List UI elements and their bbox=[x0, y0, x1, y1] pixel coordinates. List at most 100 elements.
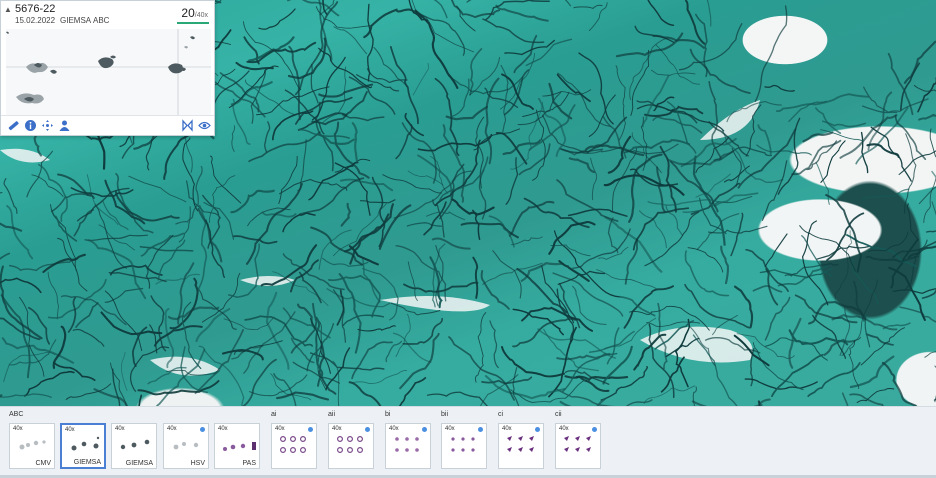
hypha-strand bbox=[0, 277, 42, 294]
status-dot bbox=[592, 427, 597, 432]
hypha-strand bbox=[650, 69, 696, 76]
hypha-strand bbox=[389, 46, 419, 125]
hypha-strand bbox=[279, 178, 348, 195]
hypha-strand bbox=[333, 121, 370, 179]
eye-settings-icon[interactable] bbox=[198, 119, 211, 132]
zoom-level[interactable]: 20/40x bbox=[181, 6, 208, 20]
hypha-strand bbox=[568, 157, 595, 174]
status-dot bbox=[535, 427, 540, 432]
hypha-strand bbox=[647, 0, 675, 26]
zoom-max: /40x bbox=[194, 12, 208, 19]
slide-thumb[interactable]: 40x PAS bbox=[214, 423, 260, 469]
hypha-strand bbox=[771, 353, 824, 398]
slide-thumb[interactable]: 40x bbox=[328, 423, 374, 469]
hypha-strand bbox=[67, 296, 77, 333]
hypha-strand bbox=[412, 62, 430, 96]
hypha-strand bbox=[292, 361, 340, 384]
hypha-strand bbox=[775, 93, 870, 113]
hypha-strand bbox=[219, 72, 260, 113]
slide-thumb[interactable]: 40x HSV bbox=[163, 423, 209, 469]
thumb-magnification: 40x bbox=[115, 426, 125, 432]
hypha-strand bbox=[0, 222, 23, 232]
thumb-magnification: 40x bbox=[218, 426, 228, 432]
hypha-strand bbox=[706, 0, 712, 27]
move-icon[interactable] bbox=[41, 119, 54, 132]
hypha-strand bbox=[248, 131, 321, 163]
hypha-strand bbox=[209, 175, 236, 224]
hypha-strand bbox=[367, 3, 374, 82]
tissue-gap bbox=[0, 148, 50, 163]
hypha-strand bbox=[138, 394, 143, 406]
hypha-strand bbox=[242, 358, 277, 406]
hypha-strand bbox=[851, 259, 879, 304]
flip-icon[interactable] bbox=[181, 119, 194, 132]
hypha-strand bbox=[801, 220, 829, 306]
ruler-icon[interactable] bbox=[7, 119, 20, 132]
thumb-preview bbox=[564, 436, 591, 452]
slide-thumb[interactable]: 40x GIEMSA bbox=[111, 423, 157, 469]
group-label-bi: bi bbox=[385, 411, 391, 418]
hypha-strand bbox=[572, 228, 631, 269]
tissue-gap bbox=[150, 356, 220, 376]
hypha-strand bbox=[348, 381, 382, 406]
thumb-preview bbox=[71, 436, 100, 451]
slide-thumb[interactable]: 40x bbox=[441, 423, 487, 469]
slide-thumb[interactable]: 40x bbox=[498, 423, 544, 469]
hypha-strand bbox=[634, 25, 675, 43]
case-date: 15.02.2022 bbox=[15, 16, 56, 25]
hypha-strand bbox=[556, 73, 591, 103]
slide-thumb[interactable]: 40x CMV bbox=[9, 423, 55, 469]
hypha-strand bbox=[647, 199, 720, 206]
thumb-magnification: 40x bbox=[65, 427, 75, 433]
hypha-strand bbox=[451, 198, 495, 216]
hypha-strand bbox=[866, 143, 900, 158]
hypha-strand bbox=[870, 126, 912, 182]
thumb-magnification: 40x bbox=[167, 426, 177, 432]
hypha-strand bbox=[684, 250, 730, 297]
hypha-strand bbox=[72, 328, 105, 347]
hypha-strand bbox=[472, 256, 479, 299]
info-icon[interactable] bbox=[24, 119, 37, 132]
thumb-magnification: 40x bbox=[389, 426, 399, 432]
hypha-strand bbox=[51, 210, 78, 242]
hypha-strand bbox=[764, 233, 788, 268]
hypha-strand bbox=[407, 261, 418, 302]
hypha-strand bbox=[31, 174, 64, 197]
hypha-strand bbox=[209, 155, 242, 204]
slide-thumb[interactable]: 40x bbox=[555, 423, 601, 469]
hypha-strand bbox=[931, 201, 936, 216]
group-label-bii: bii bbox=[441, 411, 449, 418]
hypha-strand bbox=[398, 377, 427, 406]
hypha-strand bbox=[65, 383, 112, 401]
hypha-strand bbox=[604, 216, 663, 273]
hypha-strand bbox=[129, 346, 170, 392]
thumb-preview bbox=[336, 435, 364, 454]
hypha-strand bbox=[150, 295, 167, 352]
users-icon[interactable] bbox=[58, 119, 71, 132]
hypha-strand bbox=[357, 325, 396, 332]
status-dot bbox=[200, 427, 205, 432]
chevron-up-icon[interactable]: ▲ bbox=[4, 6, 12, 14]
thumb-preview bbox=[120, 439, 150, 450]
hypha-strand bbox=[73, 209, 95, 237]
group-label-abc: ABC bbox=[9, 411, 24, 418]
slide-thumb[interactable]: 40x bbox=[271, 423, 317, 469]
hypha-strand bbox=[822, 120, 867, 128]
hypha-strand bbox=[351, 122, 359, 163]
hypha-strand bbox=[615, 65, 626, 141]
overview-map[interactable] bbox=[6, 29, 211, 115]
hypha-strand bbox=[414, 9, 459, 89]
hypha-strand bbox=[265, 291, 290, 370]
hypha-strand bbox=[501, 346, 565, 378]
hypha-strand bbox=[24, 370, 75, 397]
hypha-strand bbox=[764, 84, 795, 92]
hypha-strand bbox=[149, 324, 158, 354]
slide-thumb[interactable]: 40x bbox=[385, 423, 431, 469]
slide-thumb[interactable]: 40x GIEMSA bbox=[60, 423, 106, 469]
thumb-stain-label: GIEMSA bbox=[125, 460, 153, 467]
thumb-magnification: 40x bbox=[502, 426, 512, 432]
thumb-stain-label: HSV bbox=[190, 460, 205, 467]
thumb-preview bbox=[19, 440, 46, 450]
status-dot bbox=[308, 427, 313, 432]
hypha-strand bbox=[407, 170, 444, 186]
